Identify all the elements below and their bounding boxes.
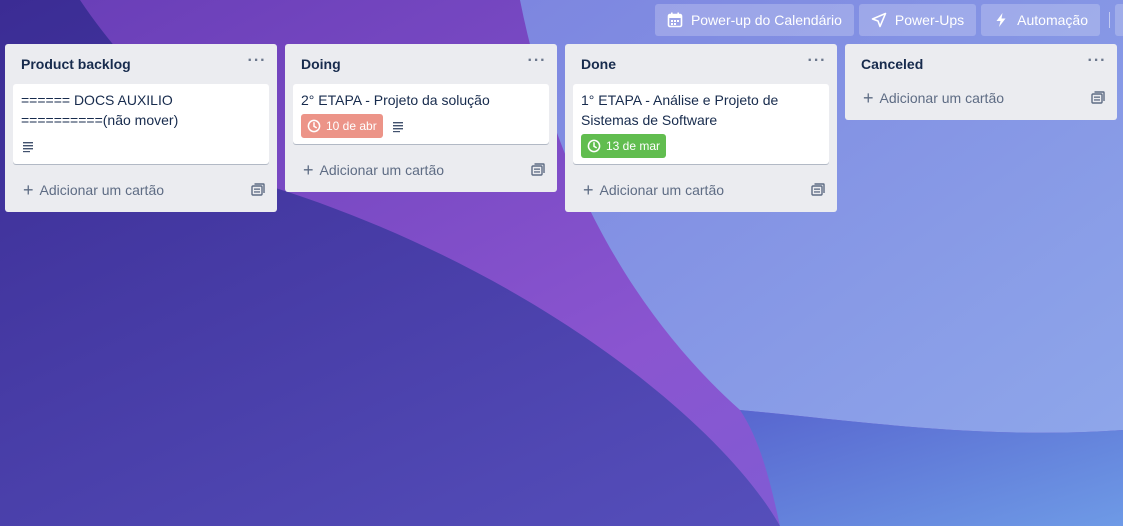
add-card-label: Adicionar um cartão: [39, 182, 165, 198]
list-doing: Doing ··· 2° ETAPA - Projeto da solução …: [285, 44, 557, 192]
calendar-powerup-button[interactable]: Power-up do Calendário: [654, 4, 854, 36]
add-card-label: Adicionar um cartão: [879, 90, 1005, 106]
list-title[interactable]: Done: [581, 56, 616, 72]
card-template-icon[interactable]: [1091, 91, 1105, 105]
list-footer: + Adicionar um cartão: [5, 172, 277, 208]
card-template-icon[interactable]: [251, 183, 265, 197]
calendar-icon: [667, 12, 683, 28]
plus-icon: +: [303, 160, 314, 180]
card-badges: 13 de mar: [581, 134, 821, 158]
automation-button[interactable]: Automação: [981, 4, 1100, 36]
list-footer: + Adicionar um cartão: [845, 80, 1117, 116]
clock-icon: [307, 119, 321, 133]
add-card-label: Adicionar um cartão: [599, 182, 725, 198]
card-container: 1° ETAPA - Análise e Projeto de Sistemas…: [565, 84, 837, 164]
card[interactable]: 1° ETAPA - Análise e Projeto de Sistemas…: [573, 84, 829, 164]
due-date-text: 13 de mar: [606, 139, 661, 153]
header-overflow-button[interactable]: [1115, 4, 1123, 36]
powerups-label: Power-Ups: [894, 12, 965, 28]
card-title: 1° ETAPA - Análise e Projeto de Sistemas…: [581, 92, 783, 128]
list-header: Doing ···: [285, 44, 557, 84]
automation-label: Automação: [1017, 12, 1088, 28]
list-done: Done ··· 1° ETAPA - Análise e Projeto de…: [565, 44, 837, 212]
clock-icon: [587, 139, 601, 153]
calendar-powerup-label: Power-up do Calendário: [690, 12, 842, 28]
card-container: ====== DOCS AUXILIO ==========(não mover…: [5, 84, 277, 164]
board-header-actions: Power-up do Calendário Power-Ups Automaç…: [654, 4, 1123, 36]
list-title[interactable]: Doing: [301, 56, 341, 72]
card-template-icon[interactable]: [531, 163, 545, 177]
list-header: Done ···: [565, 44, 837, 84]
add-card-label: Adicionar um cartão: [319, 162, 445, 178]
plus-icon: +: [23, 180, 34, 200]
add-card-button[interactable]: + Adicionar um cartão: [303, 161, 444, 179]
due-date-badge[interactable]: 10 de abr: [301, 114, 383, 138]
list-menu-icon[interactable]: ···: [1085, 53, 1109, 72]
list-menu-icon[interactable]: ···: [525, 53, 549, 72]
card-title: 2° ETAPA - Projeto da solução: [301, 92, 490, 108]
list-header: Product backlog ···: [5, 44, 277, 84]
header-divider: [1109, 12, 1110, 28]
list-menu-icon[interactable]: ···: [805, 53, 829, 72]
add-card-button[interactable]: + Adicionar um cartão: [863, 89, 1004, 107]
card-badges: 10 de abr: [301, 114, 541, 138]
list-header: Canceled ···: [845, 44, 1117, 84]
card-container: 2° ETAPA - Projeto da solução 10 de abr: [285, 84, 557, 144]
due-date-badge[interactable]: 13 de mar: [581, 134, 667, 158]
list-menu-icon[interactable]: ···: [245, 53, 269, 72]
description-icon: [21, 139, 35, 153]
list-title[interactable]: Canceled: [861, 56, 923, 72]
list-footer: + Adicionar um cartão: [565, 172, 837, 208]
rocket-icon: [871, 12, 887, 28]
plus-icon: +: [863, 88, 874, 108]
card-template-icon[interactable]: [811, 183, 825, 197]
list-title[interactable]: Product backlog: [21, 56, 131, 72]
due-date-text: 10 de abr: [326, 119, 377, 133]
lightning-icon: [993, 12, 1009, 28]
list-product-backlog: Product backlog ··· ====== DOCS AUXILIO …: [5, 44, 277, 212]
list-canceled: Canceled ··· + Adicionar um cartão: [845, 44, 1117, 120]
card[interactable]: 2° ETAPA - Projeto da solução 10 de abr: [293, 84, 549, 144]
add-card-button[interactable]: + Adicionar um cartão: [583, 181, 724, 199]
powerups-button[interactable]: Power-Ups: [858, 4, 977, 36]
add-card-button[interactable]: + Adicionar um cartão: [23, 181, 164, 199]
list-footer: + Adicionar um cartão: [285, 152, 557, 188]
description-icon: [391, 119, 405, 133]
card-badges: [21, 134, 261, 158]
card[interactable]: ====== DOCS AUXILIO ==========(não mover…: [13, 84, 269, 164]
card-title: ====== DOCS AUXILIO ==========(não mover…: [21, 92, 179, 128]
plus-icon: +: [583, 180, 594, 200]
